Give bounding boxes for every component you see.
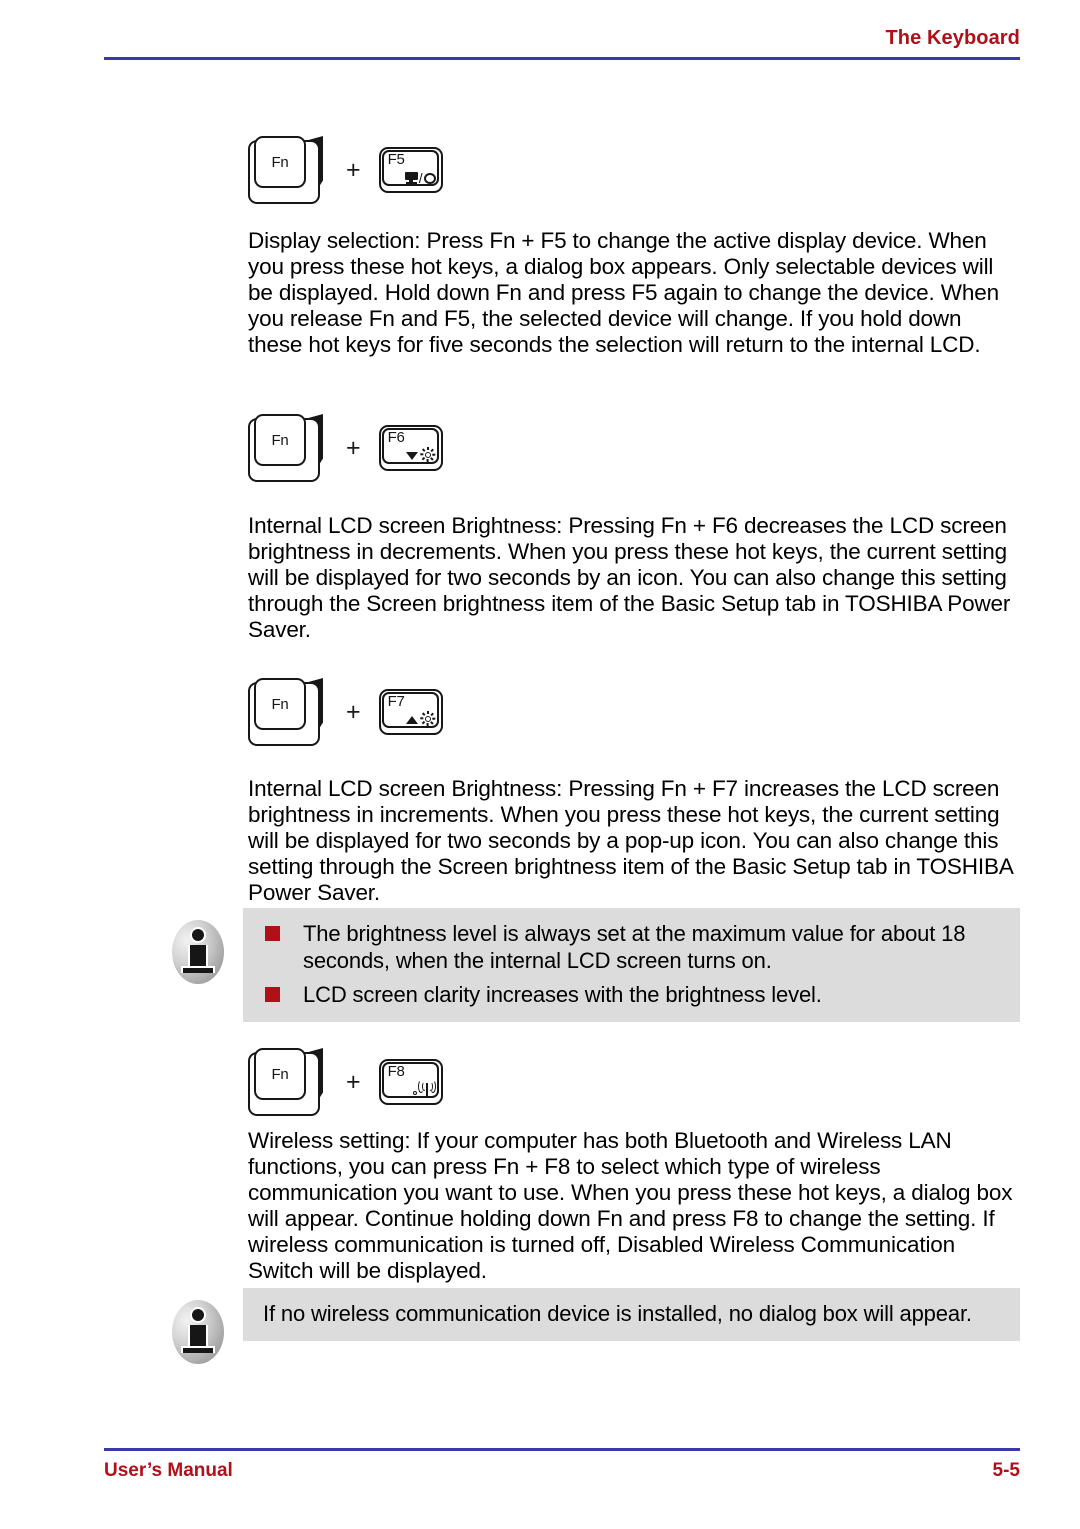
plus-separator: + (346, 697, 361, 726)
sun-icon (420, 711, 436, 726)
antenna-icon (418, 1080, 436, 1096)
bullet-square-icon (265, 987, 280, 1002)
fn-key-label: Fn (271, 695, 289, 713)
fn-key-cap: Fn (248, 676, 324, 748)
function-key-f6: F6 (378, 425, 443, 471)
key-combo-f5: Fn + F5 / (248, 134, 443, 206)
bullet-square-icon (265, 926, 280, 941)
fn-key-label: Fn (271, 153, 289, 171)
fn-key-top: Fn (254, 414, 306, 466)
plus-separator: + (346, 1067, 361, 1096)
note-bullet-text: The brightness level is always set at th… (303, 921, 966, 973)
paragraph-display-selection: Display selection: Press Fn + F5 to chan… (248, 228, 999, 357)
note-body: If no wireless communication device is i… (243, 1288, 1020, 1341)
note-bullet-item: LCD screen clarity increases with the br… (259, 981, 1004, 1008)
key-combo-f7: Fn + F7 (248, 676, 443, 748)
fn-key-label: Fn (271, 431, 289, 449)
note-bullet-text: LCD screen clarity increases with the br… (303, 982, 822, 1007)
fn-key-label: Fn (271, 1065, 289, 1083)
function-key-f7: F7 (378, 689, 443, 735)
display-switch-icon: / (404, 167, 436, 186)
sun-icon (420, 447, 436, 462)
footer-document-title: User’s Manual (104, 1460, 233, 1481)
footer-row: User’s Manual 5-5 (104, 1460, 1020, 1482)
page-footer: User’s Manual 5-5 (104, 1448, 1020, 1482)
fn-key-top: Fn (254, 678, 306, 730)
note-text: If no wireless communication device is i… (263, 1301, 972, 1326)
plus-separator: + (346, 155, 361, 184)
paragraph-brightness-increase: Internal LCD screen Brightness: Pressing… (248, 776, 1013, 905)
header-divider (104, 57, 1020, 60)
note-bullet-item: The brightness level is always set at th… (259, 920, 1004, 974)
f5-key-label: F5 (387, 151, 405, 168)
f7-key-label: F7 (387, 693, 405, 710)
key-combo-f6: Fn + F6 (248, 412, 443, 484)
paragraph-brightness-decrease: Internal LCD screen Brightness: Pressing… (248, 513, 1011, 642)
slash-separator-icon: / (418, 170, 423, 186)
info-icon (168, 916, 228, 988)
page-header: The Keyboard (104, 26, 1020, 60)
header-title: The Keyboard (885, 27, 1020, 49)
manual-page: The Keyboard Fn + F5 / Display selection… (0, 0, 1080, 1529)
fn-key-cap: Fn (248, 1046, 324, 1118)
note-wireless: If no wireless communication device is i… (168, 1288, 1020, 1368)
brightness-down-icon (405, 445, 436, 462)
f6-key-label: F6 (387, 429, 405, 446)
fn-key-top: Fn (254, 1048, 306, 1100)
wireless-antenna-icon (412, 1079, 436, 1096)
fn-key-cap: Fn (248, 134, 324, 206)
external-display-icon (423, 173, 436, 184)
page-number: 5-5 (992, 1460, 1020, 1481)
brightness-up-icon (405, 709, 436, 726)
small-circle-icon (412, 1091, 417, 1095)
triangle-up-icon (405, 716, 418, 724)
info-icon (168, 1296, 228, 1368)
f8-key-label: F8 (387, 1063, 405, 1080)
fn-key-cap: Fn (248, 412, 324, 484)
note-body: The brightness level is always set at th… (243, 908, 1020, 1022)
paragraph-wireless-setting: Wireless setting: If your computer has b… (248, 1128, 1013, 1283)
function-key-f8: F8 (378, 1059, 443, 1105)
monitor-icon (404, 172, 418, 184)
footer-divider (104, 1448, 1020, 1451)
function-key-f5: F5 / (378, 147, 443, 193)
triangle-down-icon (405, 452, 418, 460)
note-brightness: The brightness level is always set at th… (168, 908, 1020, 1022)
plus-separator: + (346, 433, 361, 462)
key-combo-f8: Fn + F8 (248, 1046, 443, 1118)
fn-key-top: Fn (254, 136, 306, 188)
